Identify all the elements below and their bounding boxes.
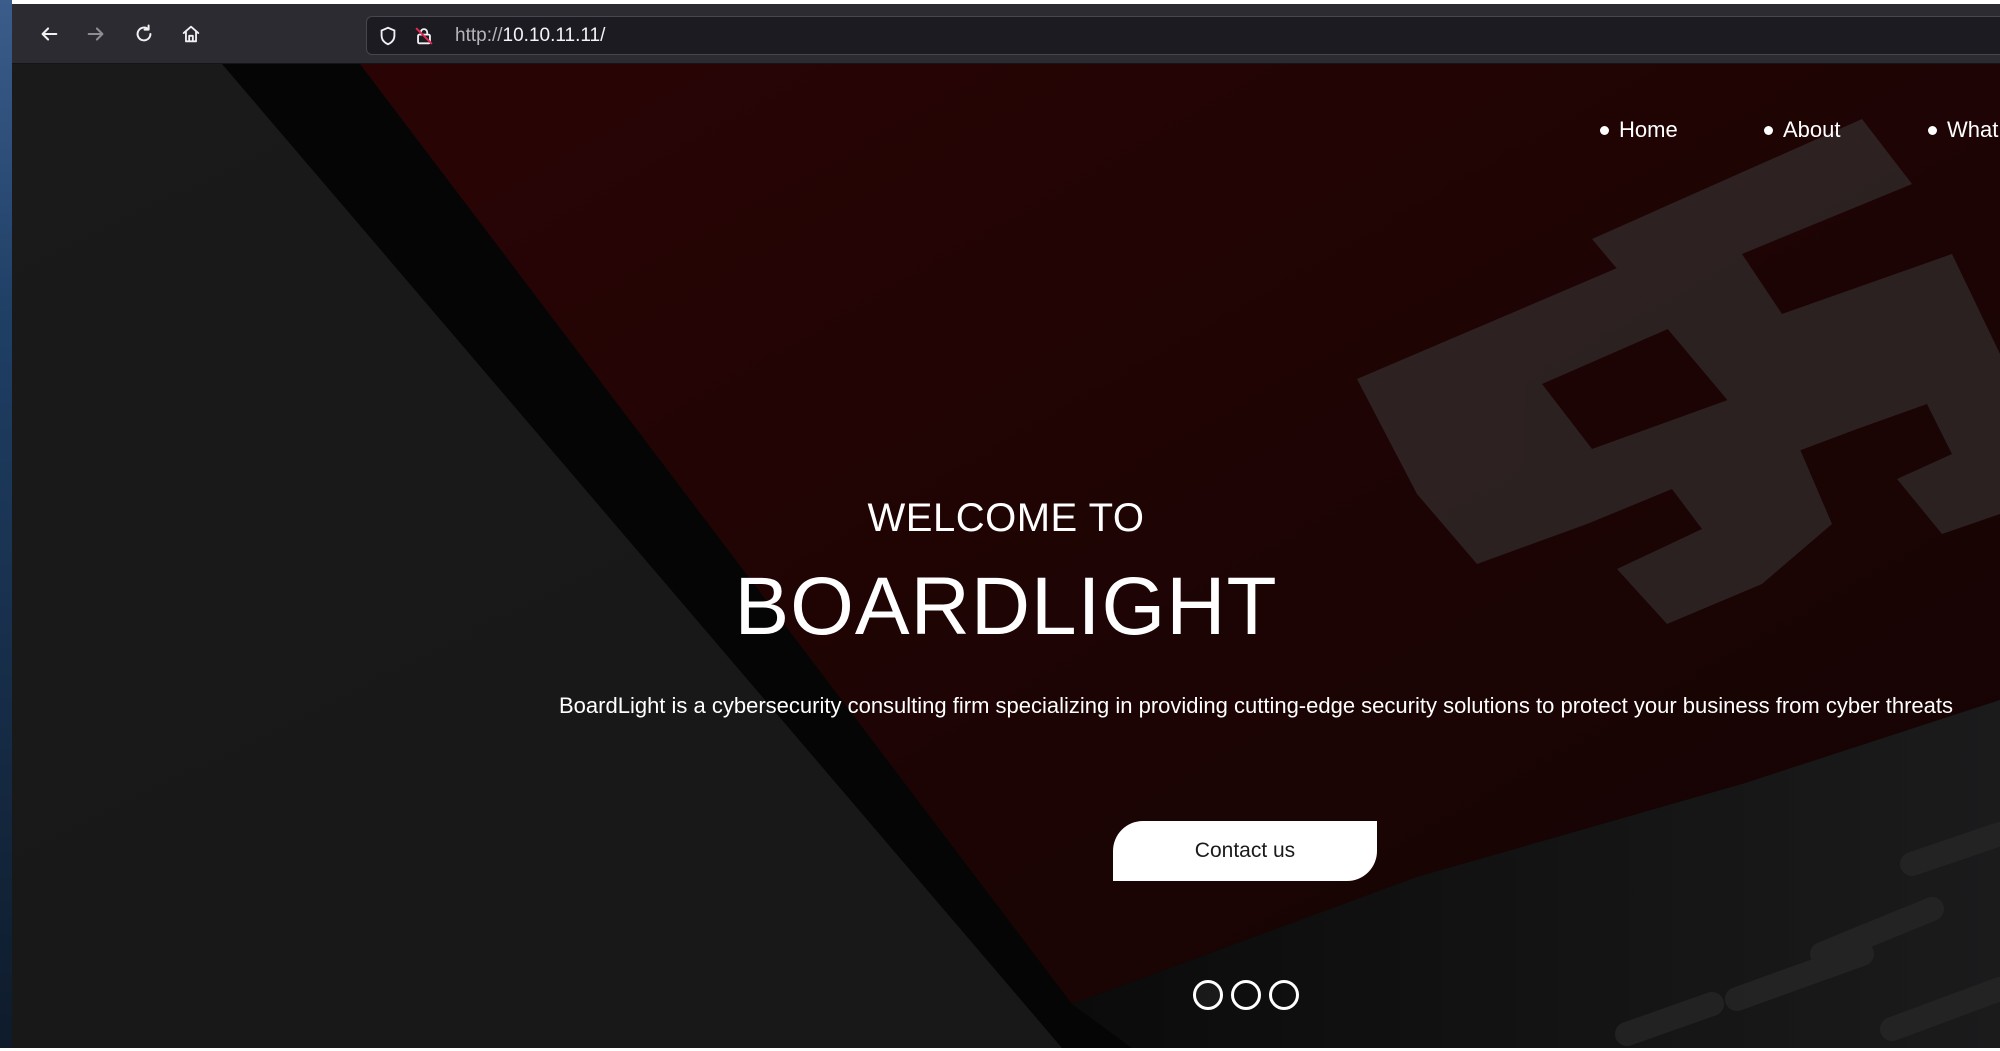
nav-home-label: Home	[1619, 117, 1678, 142]
home-button[interactable]	[174, 17, 208, 51]
nav-bullet-icon	[1928, 125, 1937, 135]
url-protocol: http://	[455, 25, 503, 46]
home-icon	[182, 25, 200, 43]
carousel-indicator-3[interactable]	[1269, 980, 1299, 1010]
browser-toolbar: http://10.10.11.11/	[12, 4, 2000, 64]
nav-about-link[interactable]: About	[1764, 116, 1841, 144]
forward-arrow-icon	[87, 27, 104, 41]
carousel-indicators	[1193, 980, 1303, 1010]
desktop-edge	[0, 0, 12, 1048]
nav-bullet-icon	[1600, 125, 1609, 135]
nav-what-link[interactable]: What	[1928, 116, 1998, 144]
hero-welcome-text: WELCOME TO	[867, 496, 1145, 540]
carousel-indicator-1[interactable]	[1193, 980, 1223, 1010]
nav-what-label: What	[1947, 117, 1999, 142]
url-host: 10.10.11.11/	[502, 25, 606, 46]
url-text[interactable]: http://10.10.11.11/	[455, 25, 605, 47]
insecure-lock-icon[interactable]	[413, 25, 435, 47]
forward-button[interactable]	[79, 17, 113, 51]
hero-background	[12, 64, 2000, 1048]
carousel-indicator-2[interactable]	[1231, 980, 1261, 1010]
contact-us-button[interactable]: Contact us	[1113, 821, 1377, 881]
reload-button[interactable]	[127, 17, 161, 51]
nav-about-label: About	[1783, 117, 1841, 142]
nav-bullet-icon	[1764, 125, 1773, 135]
back-arrow-icon	[41, 27, 58, 41]
desktop-window: http://10.10.11.11/ Home About What WELC…	[0, 0, 2000, 1051]
browser-window: http://10.10.11.11/ Home About What WELC…	[12, 4, 2000, 1048]
hero-description: BoardLight is a cybersecurity consulting…	[559, 693, 1953, 718]
nav-home-link[interactable]: Home	[1600, 116, 1678, 144]
reload-icon	[136, 24, 152, 42]
tracking-shield-icon[interactable]	[377, 25, 399, 47]
address-bar[interactable]: http://10.10.11.11/	[366, 16, 2000, 55]
back-button[interactable]	[32, 17, 66, 51]
page-viewport: Home About What WELCOME TO BOARDLIGHT Bo…	[12, 64, 2000, 1048]
hero-brand-title: BOARDLIGHT	[734, 561, 1278, 652]
